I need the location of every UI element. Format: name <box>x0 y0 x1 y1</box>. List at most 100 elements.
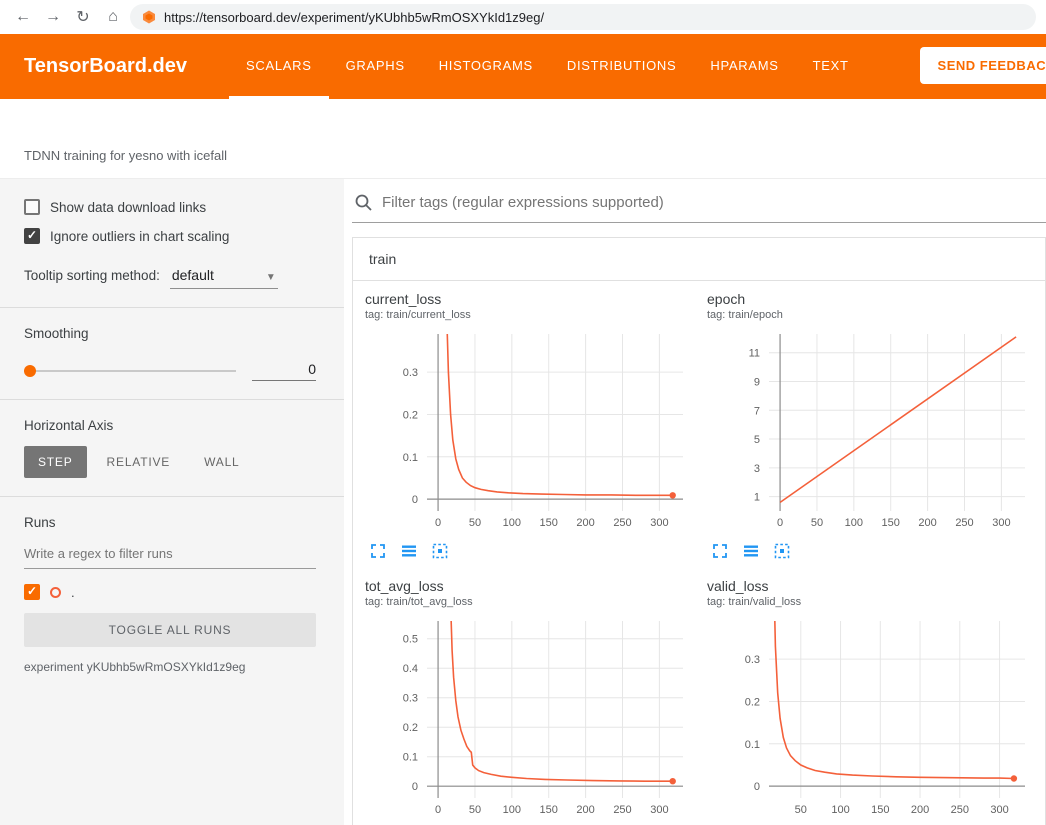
svg-text:50: 50 <box>795 804 807 816</box>
sidebar: Show data download links Ignore outliers… <box>0 179 344 825</box>
svg-text:50: 50 <box>469 517 481 529</box>
chart-canvas[interactable]: 00.10.20.3050100150200250300 <box>365 329 695 533</box>
smoothing-slider-thumb[interactable] <box>24 365 36 377</box>
show-download-links-row: Show data download links <box>24 199 316 215</box>
smoothing-label: Smoothing <box>24 326 316 341</box>
svg-text:11: 11 <box>749 348 760 360</box>
chart-canvas[interactable]: 00.10.20.350100150200250300 <box>707 616 1037 820</box>
search-icon <box>354 193 373 212</box>
horizontal-lines-icon[interactable] <box>400 542 418 560</box>
app-header: TensorBoard.dev SCALARSGRAPHSHISTOGRAMSD… <box>0 34 1046 99</box>
svg-text:0.2: 0.2 <box>403 722 418 734</box>
horizontal-axis-buttons: STEPRELATIVEWALL <box>24 446 316 478</box>
run-row: . <box>24 584 316 600</box>
content: Show data download links Ignore outliers… <box>0 179 1046 825</box>
main-panel: train current_losstag: train/current_los… <box>344 179 1046 825</box>
chart-title: tot_avg_loss <box>365 578 707 594</box>
chart-valid_loss: valid_loss tag: train/valid_loss 0 0.1 0.2 0.… <box>707 578 1046 825</box>
run-color-swatch-icon <box>50 587 61 598</box>
chevron-down-icon: ▼ <box>266 272 276 283</box>
run-name: . <box>71 585 75 600</box>
chart-title: valid_loss <box>707 578 1046 594</box>
tag-filter-input[interactable] <box>382 194 1046 211</box>
chart-epoch: epochtag: train/epoch1357911050100150200… <box>707 291 1046 560</box>
train-section-header[interactable]: train <box>353 238 1045 281</box>
send-feedback-button[interactable]: SEND FEEDBACK <box>920 47 1046 84</box>
fit-domain-icon[interactable] <box>431 542 449 560</box>
home-icon[interactable]: ⌂ <box>100 8 126 26</box>
ignore-outliers-label: Ignore outliers in chart scaling <box>50 229 229 244</box>
svg-text:7: 7 <box>754 405 760 417</box>
svg-text:9: 9 <box>754 376 760 388</box>
svg-text:0.2: 0.2 <box>745 696 760 708</box>
tooltip-sorting-dropdown[interactable]: default ▼ <box>170 266 278 289</box>
url-text: https://tensorboard.dev/experiment/yKUbh… <box>164 10 544 25</box>
toggle-all-runs-button[interactable]: TOGGLE ALL RUNS <box>24 613 316 647</box>
tensorboard-logo-icon <box>142 10 156 24</box>
fit-domain-icon[interactable] <box>773 542 791 560</box>
svg-text:300: 300 <box>992 517 1010 529</box>
tab-histograms[interactable]: HISTOGRAMS <box>422 34 550 99</box>
chart-tag: tag: train/epoch <box>707 309 1046 322</box>
chart-title: current_loss <box>365 291 707 307</box>
svg-text:100: 100 <box>503 804 521 816</box>
smoothing-value[interactable]: 0 <box>252 361 316 381</box>
run-checkbox[interactable] <box>24 584 40 600</box>
svg-text:0: 0 <box>754 781 760 793</box>
tab-graphs[interactable]: GRAPHS <box>329 34 422 99</box>
chart-canvas[interactable]: 00.10.20.30.40.5050100150200250300 <box>365 616 695 820</box>
svg-text:0.1: 0.1 <box>403 452 418 464</box>
chart-tag: tag: train/valid_loss <box>707 596 1046 609</box>
address-bar[interactable]: https://tensorboard.dev/experiment/yKUbh… <box>130 4 1036 30</box>
runs-filter-input[interactable] <box>24 539 316 569</box>
app-title: TensorBoard.dev <box>24 55 187 78</box>
fullscreen-icon[interactable] <box>369 542 387 560</box>
fullscreen-icon[interactable] <box>711 542 729 560</box>
axis-button-relative[interactable]: RELATIVE <box>93 446 185 478</box>
chart-toolbar <box>707 542 1046 560</box>
train-section-card: train current_losstag: train/current_los… <box>352 237 1046 825</box>
svg-text:300: 300 <box>990 804 1008 816</box>
svg-text:100: 100 <box>831 804 849 816</box>
tab-hparams[interactable]: HPARAMS <box>693 34 795 99</box>
reload-icon[interactable]: ↻ <box>70 7 96 27</box>
tag-filter-row <box>352 183 1046 223</box>
svg-text:250: 250 <box>613 517 631 529</box>
svg-text:150: 150 <box>882 517 900 529</box>
svg-text:200: 200 <box>918 517 936 529</box>
svg-text:100: 100 <box>503 517 521 529</box>
axis-button-step[interactable]: STEP <box>24 446 87 478</box>
svg-text:300: 300 <box>650 517 668 529</box>
svg-text:250: 250 <box>951 804 969 816</box>
svg-text:0.1: 0.1 <box>403 752 418 764</box>
svg-text:0: 0 <box>412 781 418 793</box>
tab-text[interactable]: TEXT <box>796 34 866 99</box>
horizontal-lines-icon[interactable] <box>742 542 760 560</box>
svg-text:0.1: 0.1 <box>745 739 760 751</box>
chart-tag: tag: train/tot_avg_loss <box>365 596 707 609</box>
chart-current_loss: current_losstag: train/current_loss00.10… <box>365 291 707 560</box>
tab-distributions[interactable]: DISTRIBUTIONS <box>550 34 694 99</box>
svg-text:0.4: 0.4 <box>403 663 418 675</box>
smoothing-slider[interactable] <box>24 370 236 372</box>
tooltip-sorting-label: Tooltip sorting method: <box>24 268 160 283</box>
horizontal-axis-label: Horizontal Axis <box>24 418 316 433</box>
divider <box>0 307 344 308</box>
browser-chrome: ← → ↻ ⌂ https://tensorboard.dev/experime… <box>0 0 1046 34</box>
forward-icon[interactable]: → <box>40 8 66 26</box>
svg-text:0.3: 0.3 <box>745 654 760 666</box>
show-download-label: Show data download links <box>50 200 206 215</box>
svg-text:150: 150 <box>540 804 558 816</box>
back-icon[interactable]: ← <box>10 8 36 26</box>
axis-button-wall[interactable]: WALL <box>190 446 253 478</box>
svg-text:100: 100 <box>845 517 863 529</box>
svg-text:50: 50 <box>469 804 481 816</box>
show-download-checkbox[interactable] <box>24 199 40 215</box>
ignore-outliers-row: Ignore outliers in chart scaling <box>24 228 316 244</box>
svg-text:200: 200 <box>911 804 929 816</box>
ignore-outliers-checkbox[interactable] <box>24 228 40 244</box>
chart-canvas[interactable]: 1357911050100150200250300 <box>707 329 1037 533</box>
experiment-id-label: experiment yKUbhb5wRmOSXYkId1z9eg <box>24 660 316 674</box>
tab-scalars[interactable]: SCALARS <box>229 34 329 99</box>
charts-grid: current_losstag: train/current_loss00.10… <box>353 281 1045 825</box>
